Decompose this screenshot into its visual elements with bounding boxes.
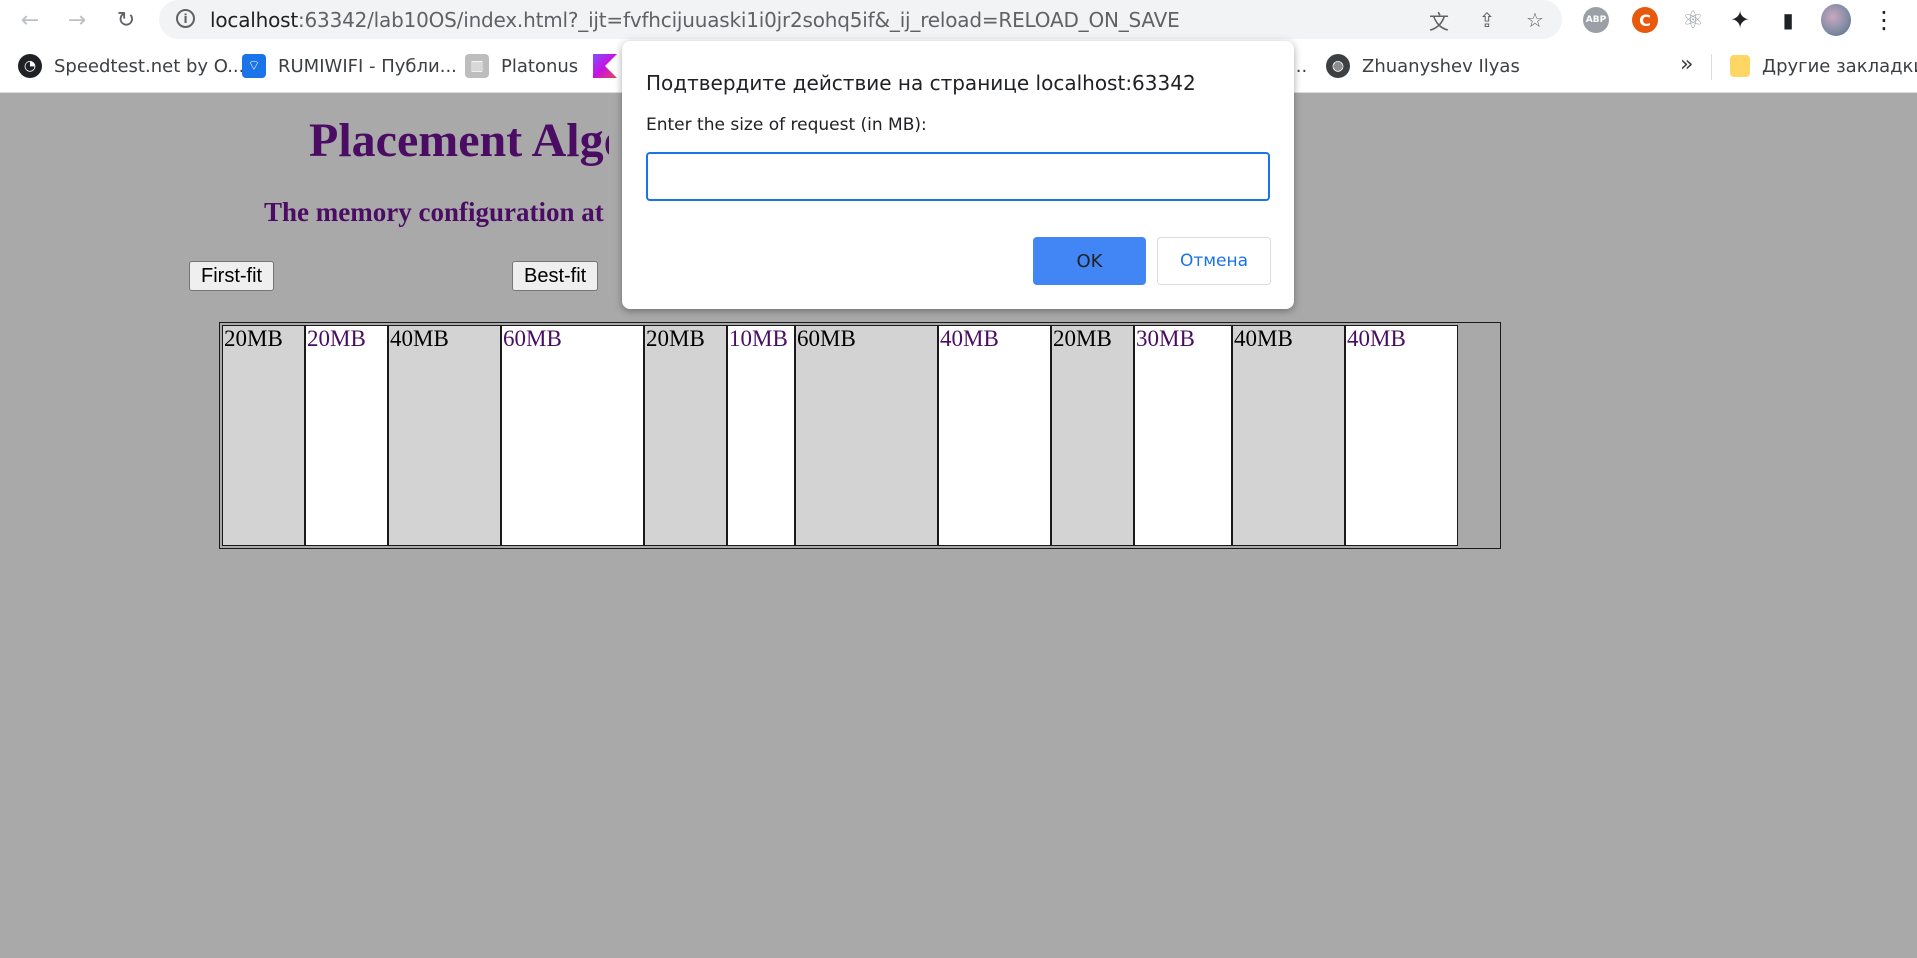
memory-block: 60MB [795, 325, 938, 546]
url-host: localhost [210, 8, 298, 32]
avatar-image [1821, 4, 1851, 36]
dialog-title: Подтвердите действие на странице localho… [646, 71, 1196, 95]
more-bookmarks-icon[interactable]: » [1680, 52, 1693, 77]
page-subtitle: The memory configuration at [264, 197, 604, 227]
adblock-label: ABP [1583, 7, 1609, 33]
bookmark-rumiwifi[interactable]: ⌔ RUMIWIFI - Публи... [242, 53, 457, 79]
bookmark-star-icon[interactable]: ☆ [1521, 6, 1549, 34]
prompt-dialog: Подтвердите действие на странице localho… [622, 41, 1294, 309]
memory-block: 20MB [1051, 325, 1134, 546]
url-text[interactable]: localhost:63342/lab10OS/index.html?_ijt=… [210, 8, 1180, 32]
memory-row: 20MB 20MB 40MB 60MB 20MB 10MB 60MB 40MB 20MB 30MB… [222, 325, 1458, 546]
profile-avatar[interactable] [1821, 4, 1851, 36]
memory-block: 40MB [1232, 325, 1345, 546]
dialog-message: Enter the size of request (in MB): [646, 115, 927, 135]
first-fit-button[interactable]: First-fit [189, 261, 275, 291]
address-bar[interactable]: i localhost:63342/lab10OS/index.html?_ij… [159, 0, 1562, 39]
cancel-button[interactable]: Отмена [1157, 237, 1271, 285]
memory-block: 20MB [222, 325, 305, 546]
globe-icon: ◍ [1326, 54, 1350, 78]
bookmark-label: Speedtest.net by O... [54, 55, 245, 77]
browser-toolbar: ← → ↻ i localhost:63342/lab10OS/index.ht… [0, 0, 1917, 40]
bookmark-other-folder[interactable]: Другие закладки [1730, 53, 1917, 79]
bookmark-label: Другие закладки [1762, 55, 1917, 77]
memory-block: 40MB [1345, 325, 1458, 546]
browser-menu-icon[interactable]: ⋮ [1869, 5, 1899, 35]
memory-block: 10MB [727, 325, 795, 546]
memory-block: 20MB [305, 325, 388, 546]
best-fit-button[interactable]: Best-fit [512, 261, 599, 291]
memory-table: 20MB 20MB 40MB 60MB 20MB 10MB 60MB 40MB 20MB 30MB… [219, 322, 1501, 549]
c-extension-icon[interactable]: C [1630, 5, 1660, 35]
bookmark-platonus[interactable]: ▥ Platonus [465, 53, 578, 79]
page-title: Placement Algorithms [309, 114, 609, 167]
bookmark-label: Zhuanyshev Ilyas [1362, 55, 1520, 77]
url-path: :63342/lab10OS/index.html?_ijt=fvfhcijuu… [297, 8, 1180, 32]
folder-icon [1730, 55, 1750, 77]
site-info-icon[interactable]: i [176, 9, 195, 28]
platonus-icon: ▥ [465, 54, 489, 78]
wifi-icon: ⌔ [242, 54, 266, 78]
bookmark-speedtest[interactable]: ◔ Speedtest.net by O... [18, 53, 244, 79]
ok-button[interactable]: OK [1033, 237, 1146, 285]
memory-block: 20MB [644, 325, 727, 546]
memory-block: 60MB [501, 325, 644, 546]
bookmark-label: Platonus [501, 55, 579, 77]
react-devtools-icon[interactable]: ⚛ [1678, 5, 1708, 35]
speedtest-icon: ◔ [18, 54, 42, 78]
extensions-puzzle-icon[interactable]: ✦ [1725, 5, 1755, 35]
request-size-input[interactable] [646, 152, 1270, 201]
adblock-extension-icon[interactable]: ABP [1581, 5, 1611, 35]
memory-block: 40MB [938, 325, 1051, 546]
c-extension-label: C [1632, 7, 1658, 33]
bookmark-label: RUMIWIFI - Публи... [278, 55, 457, 77]
side-panel-icon[interactable]: ▮ [1773, 5, 1803, 35]
kotlin-icon[interactable] [593, 54, 617, 78]
forward-icon[interactable]: → [61, 4, 93, 36]
bookmarks-divider [1711, 54, 1712, 80]
memory-block: 40MB [388, 325, 501, 546]
memory-block: 30MB [1134, 325, 1232, 546]
bookmark-zhuanyshev[interactable]: ◍ Zhuanyshev Ilyas [1326, 53, 1520, 79]
share-icon[interactable]: ⇪ [1473, 6, 1501, 34]
reload-icon[interactable]: ↻ [110, 4, 142, 36]
translate-icon[interactable]: 文 [1425, 6, 1453, 34]
back-icon[interactable]: ← [14, 4, 46, 36]
